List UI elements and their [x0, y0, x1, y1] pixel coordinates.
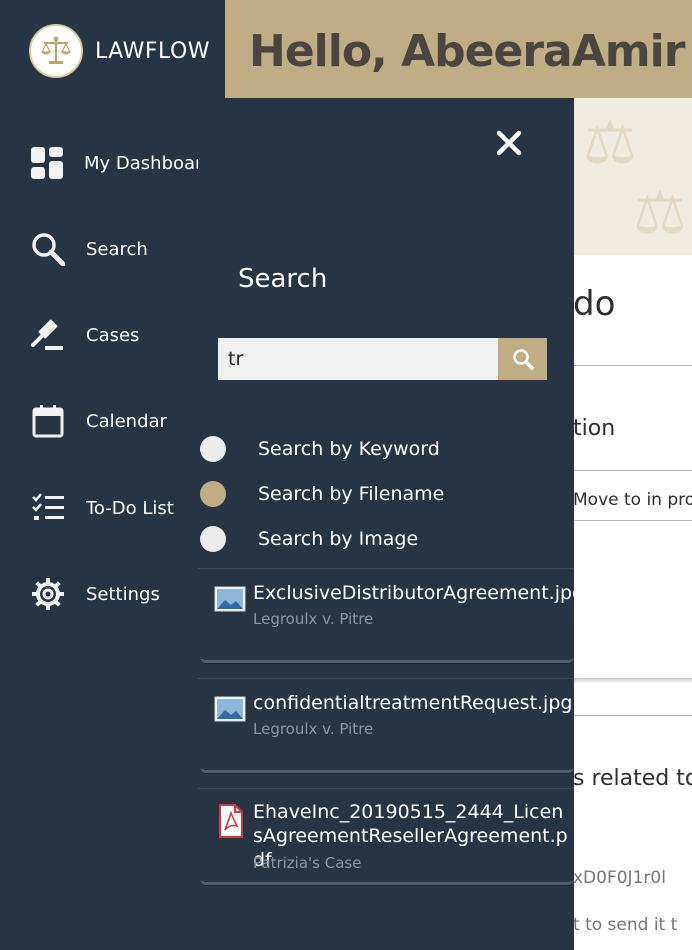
radio-label: Search by Keyword	[258, 438, 440, 460]
sidebar-item-label: Cases	[86, 324, 140, 346]
divider	[573, 365, 692, 366]
sidebar-item-label: Search	[86, 238, 148, 260]
radio-search-by-image[interactable]: Search by Image	[200, 526, 418, 552]
result-case-name: Legroulx v. Pitre	[253, 610, 374, 628]
sidebar-item-calendar[interactable]: Calendar	[30, 403, 200, 439]
search-submit-button[interactable]	[498, 338, 547, 380]
sidebar-item-search[interactable]: Search	[30, 231, 200, 267]
sidebar: LAWFLOW My Dashboard Search	[0, 0, 225, 950]
dashboard-icon	[30, 145, 64, 181]
close-button[interactable]	[494, 128, 524, 158]
sidebar-item-label: To-Do List	[86, 497, 174, 519]
divider	[198, 788, 574, 789]
image-file-icon	[214, 696, 246, 727]
move-to-in-progress-link[interactable]: Move to in prog	[573, 490, 692, 510]
search-icon	[512, 349, 534, 370]
card-shadow	[573, 678, 692, 684]
header-bar: Hello, AbeeraAmir	[225, 0, 692, 98]
checklist-icon	[30, 490, 66, 526]
divider	[198, 678, 574, 679]
search-input[interactable]	[218, 338, 498, 380]
scales-logo-icon	[29, 24, 83, 78]
scales-pattern-icon: ⚖	[633, 178, 687, 248]
radio-label: Search by Filename	[258, 483, 445, 505]
radio-label: Search by Image	[258, 528, 419, 550]
radio-button-selected[interactable]	[200, 481, 226, 507]
search-result-item[interactable]: EhaveInc_20190515_2444_LicensAgreementRe…	[200, 790, 574, 885]
section-heading-fragment: tion	[573, 416, 616, 441]
greeting-title: Hello, AbeeraAmir	[249, 26, 685, 77]
radio-button[interactable]	[200, 436, 226, 462]
radio-button[interactable]	[200, 526, 226, 552]
gear-icon	[30, 576, 66, 612]
brand-name: LAWFLOW	[95, 38, 211, 64]
radio-search-by-filename[interactable]: Search by Filename	[200, 481, 444, 507]
divider	[198, 568, 574, 569]
result-file-name: confidentialtreatmentRequest.jpg	[253, 692, 573, 714]
search-result-item[interactable]: confidentialtreatmentRequest.jpg Legroul…	[200, 680, 574, 773]
result-case-name: Patrizia's Case	[253, 854, 362, 872]
sidebar-item-label: My Dashboard	[84, 152, 200, 174]
search-icon	[30, 231, 66, 267]
calendar-icon	[30, 403, 66, 439]
bottom-text-fragment: t to send it t	[573, 915, 678, 935]
sidebar-item-label: Settings	[86, 583, 160, 605]
close-icon	[496, 130, 522, 156]
radio-search-by-keyword[interactable]: Search by Keyword	[200, 436, 440, 462]
search-result-item[interactable]: ExclusiveDistributorAgreement.jpg Legrou…	[200, 570, 585, 663]
gavel-icon	[30, 317, 66, 353]
image-file-icon	[214, 586, 246, 617]
scales-pattern-icon: ⚖	[583, 108, 637, 178]
divider	[573, 715, 692, 716]
search-panel-title: Search	[238, 264, 328, 294]
divider	[573, 470, 692, 471]
hero-banner: ⚖ ⚖	[573, 98, 692, 255]
logo[interactable]: LAWFLOW	[29, 24, 210, 78]
divider	[573, 520, 692, 521]
related-heading-fragment: s related to	[573, 766, 692, 791]
sidebar-item-dashboard[interactable]: My Dashboard	[30, 145, 200, 181]
code-fragment: xD0F0J1r0l	[573, 868, 666, 888]
search-panel: Search Search by Keyword Search by Filen…	[198, 98, 585, 950]
sidebar-item-todo[interactable]: To-Do List	[30, 490, 200, 526]
result-case-name: Legroulx v. Pitre	[253, 720, 374, 738]
todo-heading-fragment: do	[573, 284, 616, 324]
result-file-name: ExclusiveDistributorAgreement.jpg	[253, 582, 585, 604]
sidebar-item-cases[interactable]: Cases	[30, 317, 200, 353]
sidebar-item-label: Calendar	[86, 410, 167, 432]
pdf-file-icon	[218, 804, 244, 843]
sidebar-item-settings[interactable]: Settings	[30, 576, 200, 612]
